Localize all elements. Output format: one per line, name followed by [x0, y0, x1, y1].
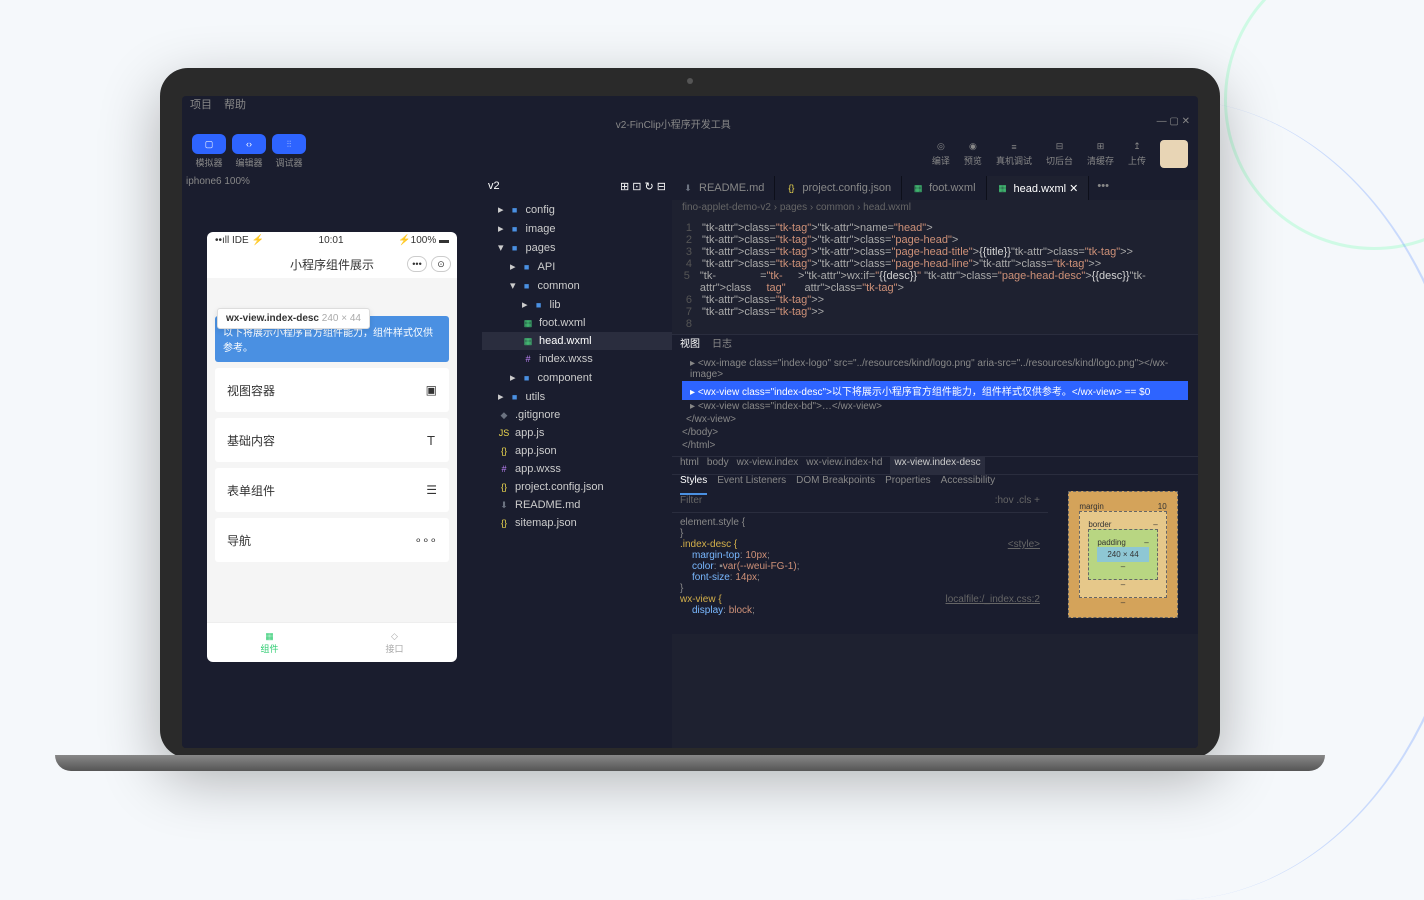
tree-item-.gitignore[interactable]: ◆.gitignore — [482, 406, 672, 424]
card-nav[interactable]: 导航∘∘∘ — [215, 518, 449, 562]
style-tab-dom-breakpoints[interactable]: DOM Breakpoints — [796, 475, 875, 495]
devtab-view[interactable]: 视图 — [680, 335, 700, 353]
explorer-actions[interactable]: ⊞ ⊡ ↻ ⊟ — [620, 180, 666, 200]
action-preview[interactable]: ◉预览 — [964, 141, 982, 167]
ide-window: 项目 帮助 v2-FinClip小程序开发工具 — ▢ ✕ ▢模拟器 ‹›编辑器… — [182, 96, 1198, 748]
style-tab-properties[interactable]: Properties — [885, 475, 931, 495]
tree-item-common[interactable]: ▾ ■common — [482, 276, 672, 295]
styles-tabs: Styles Event Listeners DOM Breakpoints Prop… — [672, 475, 1048, 495]
style-tab-accessibility[interactable]: Accessibility — [941, 475, 995, 495]
window-title: v2-FinClip小程序开发工具 — [616, 116, 731, 130]
tool-editor[interactable]: ‹›编辑器 — [232, 134, 266, 174]
tab-foot.wxml[interactable]: ▦foot.wxml — [902, 176, 986, 200]
tree-item-app.wxss[interactable]: #app.wxss — [482, 460, 672, 478]
devtools-panel: 视图 日志 ▸ <wx-image class="index-logo" src… — [672, 334, 1198, 634]
card-view-container[interactable]: 视图容器▣ — [215, 368, 449, 412]
card-basic-content[interactable]: 基础内容Ｔ — [215, 418, 449, 462]
styles-toggles[interactable]: :hov .cls + — [995, 495, 1040, 512]
text-icon: Ｔ — [425, 432, 437, 449]
window-controls[interactable]: — ▢ ✕ — [1157, 116, 1190, 130]
style-tab-styles[interactable]: Styles — [680, 475, 707, 495]
menu-project[interactable]: 项目 — [190, 96, 212, 114]
style-tab-event-listeners[interactable]: Event Listeners — [717, 475, 786, 495]
crumb-wx-view.index-desc[interactable]: wx-view.index-desc — [890, 457, 984, 474]
tree-item-utils[interactable]: ▸ ■utils — [482, 387, 672, 406]
capsule-close-icon[interactable]: ⊙ — [431, 256, 451, 272]
phone-battery: ⚡100% ▬ — [398, 235, 449, 247]
action-clear-cache[interactable]: ⊞清缓存 — [1087, 141, 1114, 167]
tree-item-head.wxml[interactable]: ▦head.wxml — [482, 332, 672, 350]
tree-item-app.json[interactable]: {}app.json — [482, 442, 672, 460]
code-area[interactable]: 1"tk-attr">class="tk-tag"> "tk-attr">nam… — [672, 218, 1198, 334]
editor-tabs: ⬇README.md{}project.config.json▦foot.wxm… — [672, 176, 1198, 200]
user-avatar[interactable] — [1160, 140, 1188, 168]
element-breadcrumb[interactable]: html body wx-view.index wx-view.index-hd wx-… — [672, 456, 1198, 474]
styles-filter[interactable]: Filter — [680, 495, 702, 512]
tree-item-sitemap.json[interactable]: {}sitemap.json — [482, 514, 672, 532]
tree-item-app.js[interactable]: JSapp.js — [482, 424, 672, 442]
sim-device-label: iphone6 100% — [182, 176, 482, 192]
crumb-wx-view.index[interactable]: wx-view.index — [737, 457, 799, 474]
tree-item-component[interactable]: ▸ ■component — [482, 368, 672, 387]
tool-debugger[interactable]: ⫶⫶调试器 — [272, 134, 306, 174]
card-form[interactable]: 表单组件☰ — [215, 468, 449, 512]
bottom-tab-components[interactable]: ▦组件 — [207, 623, 332, 662]
tab-README.md[interactable]: ⬇README.md — [672, 176, 775, 200]
box-model: margin 10 border – padding– 240 × 44 – –… — [1048, 475, 1198, 634]
laptop-base — [55, 755, 1325, 771]
dots-icon: ∘∘∘ — [414, 533, 437, 547]
main-toolbar: ▢模拟器 ‹›编辑器 ⫶⫶调试器 ◎编译 ◉预览 ≡真机调试 ⊟切后台 ⊞清缓存… — [182, 132, 1198, 176]
phone-time: 10:01 — [319, 235, 344, 247]
phone-viewport: ••ıll IDE ⚡ 10:01 ⚡100% ▬ 小程序组件展示 •••⊙ w… — [207, 232, 457, 662]
file-explorer: v2 ⊞ ⊡ ↻ ⊟ ▸ ■config▸ ■image▾ ■pages▸ ■A… — [482, 176, 672, 748]
action-background[interactable]: ⊟切后台 — [1046, 141, 1073, 167]
project-root[interactable]: v2 — [488, 180, 500, 200]
tree-item-README.md[interactable]: ⬇README.md — [482, 496, 672, 514]
bottom-tab-api[interactable]: ◇接口 — [332, 623, 457, 662]
action-upload[interactable]: ↥上传 — [1128, 141, 1146, 167]
capsule-more-icon[interactable]: ••• — [407, 256, 427, 272]
title-bar: v2-FinClip小程序开发工具 — ▢ ✕ — [182, 114, 1198, 132]
action-remote-debug[interactable]: ≡真机调试 — [996, 142, 1032, 167]
tree-item-image[interactable]: ▸ ■image — [482, 219, 672, 238]
card-icon: ▣ — [426, 383, 437, 397]
action-compile[interactable]: ◎编译 — [932, 141, 950, 167]
tab-project.config.json[interactable]: {}project.config.json — [775, 176, 902, 200]
tree-item-lib[interactable]: ▸ ■lib — [482, 295, 672, 314]
crumb-wx-view.index-hd[interactable]: wx-view.index-hd — [806, 457, 882, 474]
tree-item-config[interactable]: ▸ ■config — [482, 200, 672, 219]
editor-panel: ⬇README.md{}project.config.json▦foot.wxm… — [672, 176, 1198, 748]
laptop-frame: 项目 帮助 v2-FinClip小程序开发工具 — ▢ ✕ ▢模拟器 ‹›编辑器… — [160, 68, 1220, 758]
css-rules[interactable]: element.style { } .index-desc {<style> m… — [672, 513, 1048, 620]
tree-item-API[interactable]: ▸ ■API — [482, 257, 672, 276]
tree-item-project.config.json[interactable]: {}project.config.json — [482, 478, 672, 496]
crumb-html[interactable]: html — [680, 457, 699, 474]
inspect-tooltip: wx-view.index-desc 240 × 44 — [217, 308, 370, 329]
camera-notch — [687, 78, 693, 84]
simulator-panel: iphone6 100% ••ıll IDE ⚡ 10:01 ⚡100% ▬ 小… — [182, 176, 482, 748]
tab-overflow[interactable]: ••• — [1089, 176, 1117, 200]
phone-page-title: 小程序组件展示 — [290, 256, 374, 273]
tool-simulator[interactable]: ▢模拟器 — [192, 134, 226, 174]
menu-bar: 项目 帮助 — [182, 96, 1198, 114]
tree-item-index.wxss[interactable]: #index.wxss — [482, 350, 672, 368]
dom-tree[interactable]: ▸ <wx-image class="index-logo" src="../r… — [672, 353, 1198, 456]
devtab-log[interactable]: 日志 — [712, 335, 732, 353]
list-icon: ☰ — [426, 483, 437, 497]
breadcrumb-path[interactable]: fino-applet-demo-v2 › pages › common › h… — [672, 200, 1198, 218]
menu-help[interactable]: 帮助 — [224, 96, 246, 114]
phone-signal: ••ıll IDE ⚡ — [215, 235, 264, 247]
tree-item-pages[interactable]: ▾ ■pages — [482, 238, 672, 257]
tab-head.wxml[interactable]: ▦head.wxml ✕ — [987, 176, 1090, 200]
tree-item-foot.wxml[interactable]: ▦foot.wxml — [482, 314, 672, 332]
crumb-body[interactable]: body — [707, 457, 729, 474]
